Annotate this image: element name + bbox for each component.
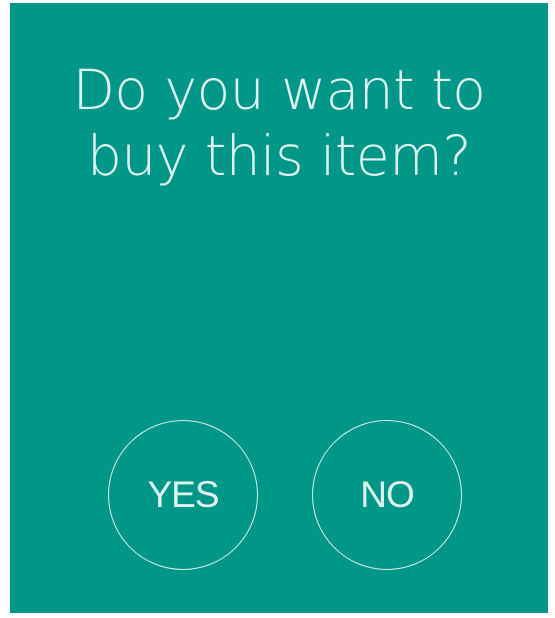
question-line-2: buy this item?	[86, 124, 472, 188]
no-button-label: NO	[360, 474, 414, 515]
no-button[interactable]: NO	[312, 420, 462, 570]
question-line-1: Do you want to	[72, 58, 486, 122]
yes-button-label: YES	[147, 474, 219, 515]
purchase-confirmation-screen: Do you want to buy this item? YES NO	[10, 3, 548, 613]
purchase-question: Do you want to buy this item?	[10, 57, 548, 189]
yes-button[interactable]: YES	[108, 420, 258, 570]
